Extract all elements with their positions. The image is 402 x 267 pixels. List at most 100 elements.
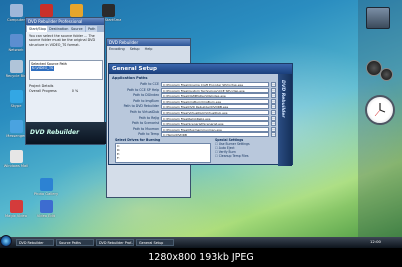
- calculator-gadget-icon[interactable]: [366, 7, 390, 29]
- option-checkbox[interactable]: ☐ Cleanup Temp Files: [215, 154, 263, 158]
- path-input[interactable]: C:\Program Files\Custom Technology\CCE S…: [161, 87, 269, 93]
- path-row: Path to Scenarist C:\Program Files\Scenar…: [113, 121, 277, 127]
- taskbar-button[interactable]: Source Paths: [56, 239, 94, 246]
- option-label: Cleanup Temp Files: [218, 154, 249, 158]
- secondary-window-title[interactable]: DVD Rebuilder: [107, 39, 190, 46]
- path-row: Path to DVD Rebuilder C:\Program Files\DV…: [113, 104, 277, 110]
- path-input[interactable]: C:\Program Files\Scenarist\Scenarist.exe: [161, 121, 269, 127]
- side-logo: DVD Rebuilder: [278, 74, 292, 166]
- tab-path[interactable]: Path: [86, 26, 98, 32]
- desktop-icon-label: Windows Mail: [3, 164, 29, 168]
- path-input[interactable]: C:\Program Files\DVD Rebuilder\DVDRB.exe: [161, 104, 269, 110]
- instructions-text: You can select the source folder ... The…: [29, 34, 96, 47]
- desktop-icon[interactable]: Video Edit: [33, 200, 59, 226]
- path-row: Path to VirtualDub C:\Program Files\Virtu…: [113, 110, 277, 115]
- browse-button[interactable]: …: [271, 98, 276, 104]
- special-options: Special Settings ☐ Use Burner Settings ☐ A…: [215, 138, 263, 158]
- path-input[interactable]: C:\Program Files\ImgBurn\ImgBurn.exe: [161, 98, 269, 104]
- browse-button[interactable]: …: [271, 132, 276, 138]
- taskbar-clock[interactable]: 12:00: [370, 239, 381, 244]
- general-setup-dialog: General Setup DVD Rebuilder Application …: [108, 63, 293, 166]
- path-row: Path to ReJig C:\Program Files\ReJig\ReJi…: [113, 115, 277, 121]
- tab-start-stop[interactable]: Start/Stop: [27, 26, 49, 32]
- browse-button[interactable]: …: [271, 110, 276, 115]
- path-input[interactable]: C:\Temp\DVDRB: [161, 132, 269, 138]
- tab-strip: Start/Stop Destination Source Path: [26, 25, 104, 32]
- browse-button[interactable]: …: [271, 121, 276, 127]
- drives-list[interactable]: C: D: E: F:: [115, 143, 211, 163]
- path-label: Path to CCE SP Help: [127, 87, 159, 92]
- desktop-icon-glyph-icon: [9, 34, 23, 47]
- desktop-icon-glyph-icon: [9, 200, 23, 213]
- desktop-icon-glyph-icon: [9, 60, 23, 73]
- source-list[interactable]: Selected Source Path K:\VIDEO_TS: [29, 60, 103, 80]
- tab-destination[interactable]: Destination: [47, 26, 71, 32]
- taskbar-button[interactable]: DVD Rebuilder: [16, 239, 54, 246]
- path-row: Path to CCE C:\Program Files\Cinema Craft…: [113, 82, 277, 87]
- path-label: Path to DVD Rebuilder: [123, 104, 159, 109]
- browse-button[interactable]: …: [271, 82, 276, 87]
- browse-button[interactable]: …: [271, 126, 276, 132]
- section-title: Application Paths: [112, 76, 148, 80]
- drive-item[interactable]: F:: [117, 156, 209, 161]
- desktop-icon-glyph-icon: [9, 150, 23, 163]
- path-row: Path to DGIndex C:\Program Files\DGMPGDec…: [113, 93, 277, 99]
- desktop-icon-glyph-icon: [101, 4, 115, 17]
- path-row: Path to CCE SP Help C:\Program Files\Cust…: [113, 87, 277, 93]
- desktop-icon-glyph-icon: [9, 120, 23, 133]
- page: ComputerAdobe Reader 7.0PowerISONero Sta…: [0, 0, 402, 267]
- path-label: Path to Muxman: [133, 126, 159, 131]
- desktop-icon-glyph-icon: [9, 4, 23, 17]
- path-row: Path to Muxman C:\Program Files\Muxman\mu…: [113, 126, 277, 132]
- desktop-icon-glyph-icon: [39, 4, 53, 17]
- browse-button[interactable]: …: [271, 87, 276, 93]
- dvd-rebuilder-banner: DVD Rebuilder: [26, 122, 106, 144]
- source-list-item[interactable]: K:\VIDEO_TS: [31, 66, 55, 71]
- desktop-icon-label: Photo Gallery: [33, 192, 59, 196]
- start-button[interactable]: [0, 235, 12, 247]
- taskbar-button[interactable]: General Setup: [136, 239, 174, 246]
- desktop-icon-glyph-icon: [69, 4, 83, 17]
- side-logo-text: DVD Rebuilder: [280, 80, 285, 118]
- desktop-icon[interactable]: Magix Video: [3, 200, 29, 226]
- desktop-icon-glyph-icon: [39, 200, 53, 213]
- taskbar-button[interactable]: DVD Rebuilder Prof...: [96, 239, 134, 246]
- path-label: Path to CCE: [140, 82, 159, 86]
- clock-gadget-icon: [365, 95, 395, 125]
- tab-setup[interactable]: Setup: [130, 47, 140, 51]
- memory-gauge-icon: [380, 68, 393, 81]
- progress-label: Overall Progress: [29, 89, 57, 93]
- browse-button[interactable]: …: [271, 115, 276, 121]
- progress-panel: Project Details Overall Progress 0 %: [29, 84, 103, 94]
- path-input[interactable]: C:\Program Files\Muxman\muxman.exe: [161, 126, 269, 132]
- tab-encoding[interactable]: Encoding: [109, 47, 125, 51]
- desktop-icon-glyph-icon: [9, 90, 23, 103]
- path-input[interactable]: C:\Program Files\DGMPGDec\DGIndex.exe: [161, 93, 269, 99]
- progress-value: 0 %: [71, 89, 79, 93]
- tab-source[interactable]: Source: [69, 26, 85, 32]
- browse-button[interactable]: …: [271, 104, 276, 110]
- drives-title: Select Drives for Burning: [115, 138, 161, 142]
- path-input[interactable]: C:\Program Files\Cinema Craft Encoder SP…: [161, 82, 269, 87]
- general-setup-title: General Setup: [109, 64, 292, 74]
- path-label: Path to ReJig: [138, 115, 159, 120]
- path-label: Path to Temp: [138, 132, 159, 137]
- tab-help[interactable]: Help: [145, 47, 153, 51]
- desktop: ComputerAdobe Reader 7.0PowerISONero Sta…: [0, 0, 402, 248]
- browse-button[interactable]: …: [271, 93, 276, 99]
- path-label: Path to ImgBurn: [133, 98, 159, 103]
- image-caption: 1280x800 193kb JPEG: [0, 248, 402, 267]
- path-row: Path to ImgBurn C:\Program Files\ImgBurn\…: [113, 98, 277, 104]
- desktop-icon-glyph-icon: [39, 178, 53, 191]
- path-label: Path to VirtualDub: [129, 110, 159, 114]
- path-label: Path to DGIndex: [133, 93, 159, 98]
- window-title[interactable]: DVD Rebuilder Professional: [26, 18, 104, 25]
- dvd-rebuilder-window: DVD Rebuilder Professional Start/Stop De…: [25, 17, 106, 145]
- desktop-icon-label: Magix Video: [5, 214, 27, 218]
- secondary-tabs: Encoding Setup Help: [109, 47, 152, 51]
- desktop-icon[interactable]: Windows Mail: [3, 150, 29, 176]
- path-input[interactable]: C:\Program Files\VirtualDub\VirtualDub.e…: [161, 110, 269, 115]
- desktop-icon-label: Video Edit: [36, 214, 56, 218]
- path-input[interactable]: C:\Program Files\ReJig\ReJig.exe: [161, 115, 269, 121]
- path-row: Path to Temp C:\Temp\DVDRB…: [113, 132, 277, 138]
